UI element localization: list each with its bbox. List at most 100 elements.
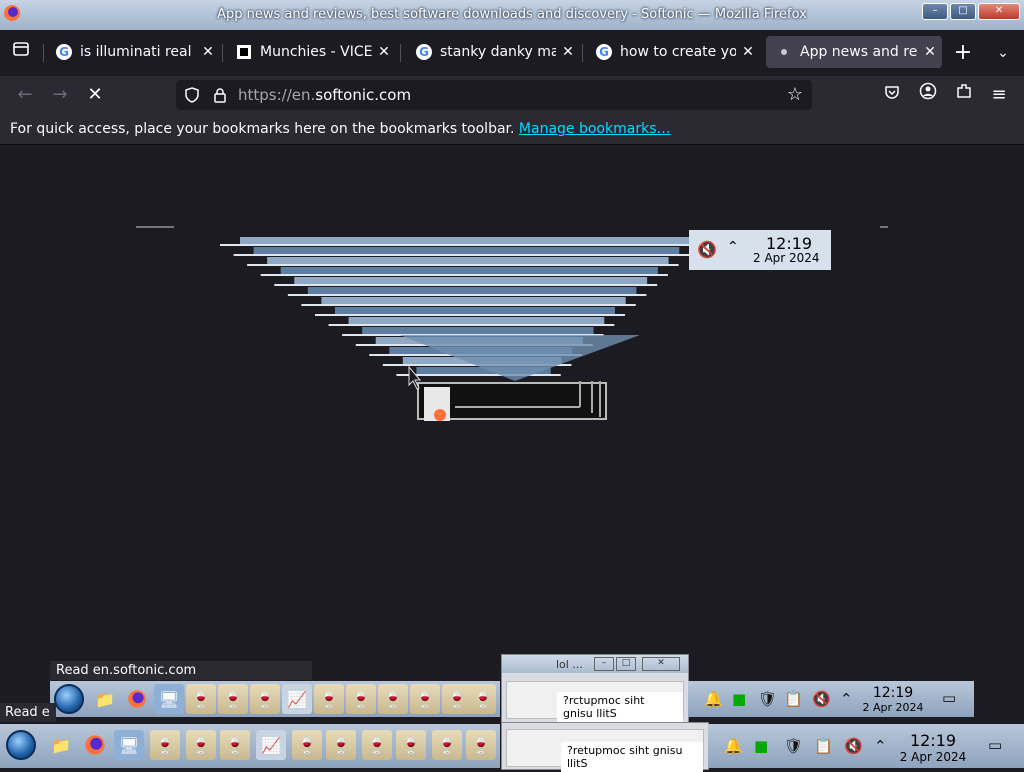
start-orb-icon[interactable] <box>6 730 36 760</box>
star-bookmark-icon[interactable]: ☆ <box>782 82 808 108</box>
glitch-layer <box>294 277 648 284</box>
wine-app-icon[interactable]: 🍷 <box>220 730 250 760</box>
url-bar[interactable]: https://en.softonic.com ☆ <box>176 80 812 110</box>
wine-app-icon[interactable]: 🍷 <box>396 730 426 760</box>
close-icon[interactable]: ✕ <box>642 657 680 671</box>
tab-strip: G is illuminati real - Y ✕ Munchies - VI… <box>0 30 1024 76</box>
wine-app-icon[interactable]: 🍷 <box>250 684 280 714</box>
wine-app-icon[interactable]: 🍷 <box>314 684 344 714</box>
popup-message: ?rctupmoc siht gnisu llitS <box>557 692 683 722</box>
wine-app-icon[interactable]: 🍷 <box>150 730 180 760</box>
close-button[interactable]: ✕ <box>978 3 1020 20</box>
lock-icon[interactable] <box>212 87 228 103</box>
popup-title-bar: lol ... – □ ✕ <box>502 655 688 673</box>
wine-app-icon[interactable]: 🍷 <box>346 684 376 714</box>
taskbar-date: 2 Apr 2024 <box>862 701 924 714</box>
wine-app-icon[interactable]: 🍷 <box>442 684 472 714</box>
tab-label: is illuminati real - Y <box>80 44 196 60</box>
wine-app-icon[interactable]: 🍷 <box>326 730 356 760</box>
control-panel-icon[interactable]: 🖥 <box>154 684 184 714</box>
wine-app-icon[interactable]: 🍷 <box>410 684 440 714</box>
wine-app-icon[interactable]: 🍷 <box>186 730 216 760</box>
firefox-icon[interactable] <box>80 730 110 760</box>
glitch-layer <box>253 247 680 254</box>
manage-bookmarks-link[interactable]: Manage bookmarks… <box>519 121 671 137</box>
network-icon[interactable]: 🛡 <box>758 690 777 708</box>
close-tab-icon[interactable]: ✕ <box>556 44 580 60</box>
wine-app-icon[interactable]: 🍷 <box>470 684 496 714</box>
wine-app-icon[interactable]: 🍷 <box>218 684 248 714</box>
tab-label: Munchies - VICE <box>260 44 372 60</box>
bookmarks-toolbar: For quick access, place your bookmarks h… <box>0 114 1024 145</box>
window-title-bar: App news and reviews, best software down… <box>0 0 1024 30</box>
muted-speaker-icon[interactable]: 🔇 <box>812 690 831 708</box>
chevron-up-icon[interactable]: ⌃ <box>874 737 887 755</box>
popup-title: lol ... <box>556 658 583 671</box>
folder-icon[interactable]: 📁 <box>46 730 76 760</box>
menu-icon[interactable]: ≡ <box>986 82 1012 108</box>
show-desktop-icon[interactable]: ▭ <box>942 689 956 707</box>
clipboard-icon[interactable]: 📋 <box>784 690 803 708</box>
green-status-icon[interactable]: ■ <box>754 737 768 755</box>
back-arrow-icon[interactable]: ← <box>12 82 38 108</box>
tab-2[interactable]: G stanky danky may ✕ <box>406 36 580 68</box>
wine-app-icon[interactable]: 🍷 <box>466 730 496 760</box>
control-panel-icon[interactable]: 🖥 <box>114 730 144 760</box>
new-tab-icon[interactable]: + <box>950 40 976 66</box>
minimize-button[interactable]: – <box>922 3 948 20</box>
clock-date: 2 Apr 2024 <box>753 251 820 265</box>
maximize-icon[interactable]: □ <box>616 657 636 671</box>
clipboard-icon[interactable]: 📋 <box>814 737 833 755</box>
wine-app-icon[interactable]: 🍷 <box>292 730 322 760</box>
taskbar-upper: 📁 🖥 🍷 🍷 🍷 📈 🍷 🍷 🍷 🍷 🍷 🍷 <box>50 681 500 717</box>
tab-0[interactable]: G is illuminati real - Y ✕ <box>46 36 220 68</box>
clock-popup: 🔇 ⌃ 12:19 2 Apr 2024 <box>689 230 831 270</box>
glitch-layer-edge <box>220 244 700 246</box>
wine-app-icon[interactable]: 🍷 <box>378 684 408 714</box>
start-orb-icon[interactable] <box>54 684 84 714</box>
tab-1[interactable]: Munchies - VICE ✕ <box>226 36 396 68</box>
network-icon[interactable]: 🛡 <box>784 737 803 755</box>
show-desktop-icon[interactable]: ▭ <box>988 736 1002 754</box>
green-status-icon[interactable]: ■ <box>732 690 746 708</box>
list-all-tabs-icon[interactable] <box>8 40 34 66</box>
glitch-layer <box>348 317 605 324</box>
maximize-icon: □ <box>958 5 968 16</box>
pocket-icon[interactable] <box>879 82 905 108</box>
maximize-button[interactable]: □ <box>950 3 976 20</box>
firefox-icon[interactable] <box>122 684 152 714</box>
muted-speaker-icon[interactable]: 🔇 <box>697 240 717 259</box>
extensions-icon[interactable] <box>951 82 977 108</box>
glitch-layer-edge <box>301 304 636 306</box>
minimize-icon[interactable]: – <box>594 657 614 671</box>
notification-bell-icon[interactable]: 🔔 <box>704 690 723 708</box>
close-tab-icon[interactable]: ✕ <box>196 44 220 60</box>
monitor-app-icon[interactable]: 📈 <box>282 684 312 714</box>
tab-4[interactable]: App news and rev ✕ <box>766 36 942 68</box>
forward-arrow-icon[interactable]: → <box>47 82 73 108</box>
muted-speaker-icon[interactable]: 🔇 <box>844 737 863 755</box>
shield-icon[interactable] <box>184 87 200 103</box>
account-icon[interactable] <box>915 82 941 108</box>
popup-message-box: ?retupmoc siht gnisu llitS <box>506 729 704 772</box>
close-tab-icon[interactable]: ✕ <box>918 44 942 60</box>
folder-icon[interactable]: 📁 <box>90 684 120 714</box>
chevron-up-icon[interactable]: ⌃ <box>840 690 853 708</box>
glitch-layer-edge <box>274 284 658 286</box>
chevron-down-icon[interactable]: ⌄ <box>990 40 1016 66</box>
glitch-layer <box>267 257 669 264</box>
close-tab-icon[interactable]: ✕ <box>372 44 396 60</box>
monitor-app-icon[interactable]: 📈 <box>256 730 286 760</box>
system-tray-lower: 🔔 ■ 🛡 📋 🔇 ⌃ 12:19 2 Apr 2024 ▭ <box>708 724 1024 768</box>
tab-3[interactable]: G how to create you ✕ <box>586 36 760 68</box>
popup-message-box: ?rctupmoc siht gnisu llitS <box>506 681 684 722</box>
wine-app-icon[interactable]: 🍷 <box>186 684 216 714</box>
notification-bell-icon[interactable]: 🔔 <box>724 737 743 755</box>
chevron-up-icon[interactable]: ⌃ <box>727 239 739 255</box>
wine-app-icon[interactable]: 🍷 <box>362 730 392 760</box>
google-icon: G <box>416 44 432 60</box>
stop-loading-icon[interactable]: ✕ <box>82 82 108 108</box>
wine-app-icon[interactable]: 🍷 <box>432 730 462 760</box>
close-tab-icon[interactable]: ✕ <box>736 44 760 60</box>
url-text[interactable]: https://en.softonic.com <box>238 86 411 104</box>
